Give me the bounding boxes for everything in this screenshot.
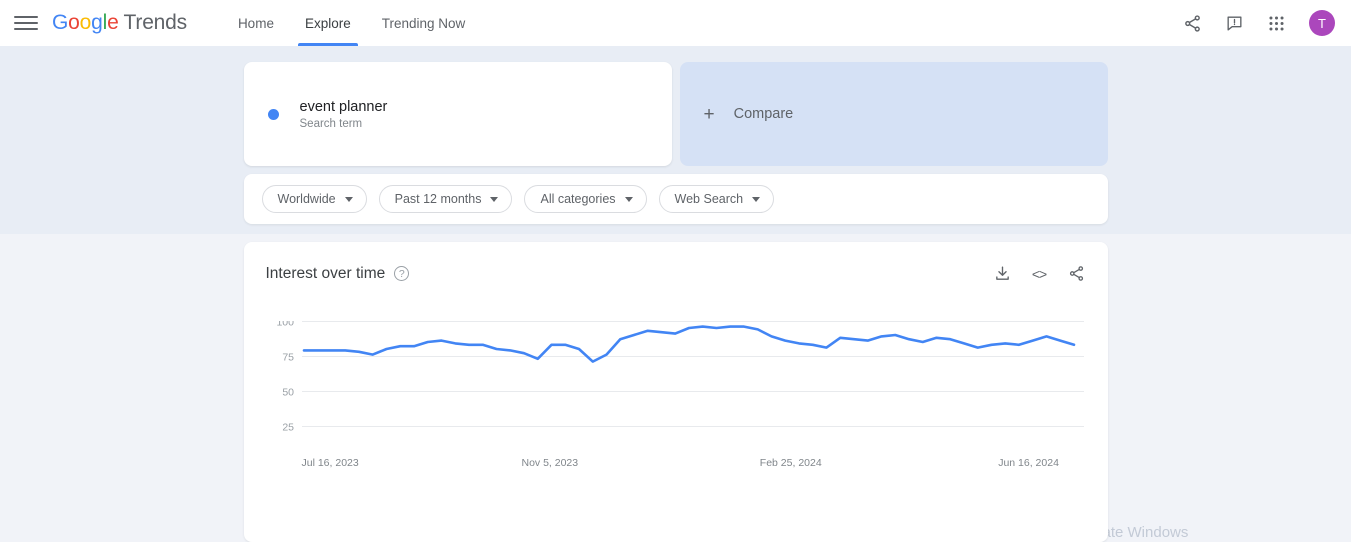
chart-actions: <> [993,264,1086,283]
chart-title: Interest over time [265,264,386,282]
interest-over-time-card: Interest over time ? <> 100 75 50 25 Jul… [243,242,1108,542]
share-icon[interactable] [1067,264,1086,283]
main-nav: Home Explore Trending Now [229,0,474,46]
avatar[interactable]: T [1309,10,1335,36]
logo-letter-g2: g [91,11,103,34]
chart-y-tick-label: 100 [276,321,294,329]
hamburger-icon[interactable] [14,11,38,35]
filters-bar: Worldwide Past 12 months All categories … [243,174,1108,224]
filter-search-type[interactable]: Web Search [658,185,775,213]
search-term-subtitle: Search term [299,117,363,130]
logo-letter-e: e [107,11,119,34]
search-terms-row: event planner Search term + Compare [243,62,1108,166]
chevron-down-icon [624,196,633,202]
filter-time-range-label: Past 12 months [394,192,482,206]
nav-item-trending-now[interactable]: Trending Now [373,0,475,46]
nav-item-home[interactable]: Home [229,0,283,46]
header-actions: T [1181,10,1335,36]
plus-icon: + [703,103,715,125]
chart-header: Interest over time ? <> [266,264,1086,283]
filter-time-range[interactable]: Past 12 months [378,185,513,213]
help-icon[interactable]: ? [394,266,410,281]
chart-y-tick-label: 50 [282,387,294,399]
compare-label: Compare [733,106,794,122]
nav-item-explore[interactable]: Explore [296,0,360,46]
logo-product-name: Trends [123,11,188,34]
logo-letter-o1: o [68,11,80,34]
app-header: Go o g l e Trends Home Explore Trending Now [0,0,1351,46]
page-content: event planner Search term + Compare Worl… [0,62,1351,542]
search-term-card[interactable]: event planner Search term [243,62,672,166]
chart-x-tick-label: Jun 16, 2024 [998,457,1059,469]
filter-category[interactable]: All categories [524,185,647,213]
logo-letter-g: G [52,11,69,34]
logo-letter-o2: o [79,11,92,34]
chart-x-tick-label: Feb 25, 2024 [759,457,822,469]
compare-card[interactable]: + Compare [679,62,1108,166]
chart-y-tick-label: 25 [282,422,294,434]
filter-category-label: All categories [540,192,616,206]
chevron-down-icon [344,196,353,202]
filter-location-label: Worldwide [277,192,336,206]
feedback-icon[interactable] [1223,12,1245,34]
search-term-text: event planner Search term [300,99,388,130]
chart-x-tick-label: Nov 5, 2023 [521,457,579,469]
filter-search-type-label: Web Search [674,192,744,206]
series-color-dot [267,108,279,120]
apps-grid-icon[interactable] [1265,12,1287,34]
chevron-down-icon [752,196,761,202]
filter-location[interactable]: Worldwide [261,185,367,213]
chart-x-tick-label: Jul 16, 2023 [301,457,359,469]
chart-plot-area: 100 75 50 25 Jul 16, 2023 Nov 5, 2023 Feb 25,… [266,321,1086,486]
chevron-down-icon [490,196,499,202]
google-trends-logo[interactable]: Go o g l e Trends [52,11,187,35]
download-icon[interactable] [993,264,1012,283]
interest-over-time-line-chart[interactable]: 100 75 50 25 [266,321,1086,451]
chart-y-tick-label: 75 [282,352,294,364]
search-term-name: event planner [299,98,388,115]
share-icon[interactable] [1181,12,1203,34]
embed-icon[interactable]: <> [1030,264,1049,283]
chart-x-axis: Jul 16, 2023 Nov 5, 2023 Feb 25, 2024 Jun 1… [266,457,1086,473]
